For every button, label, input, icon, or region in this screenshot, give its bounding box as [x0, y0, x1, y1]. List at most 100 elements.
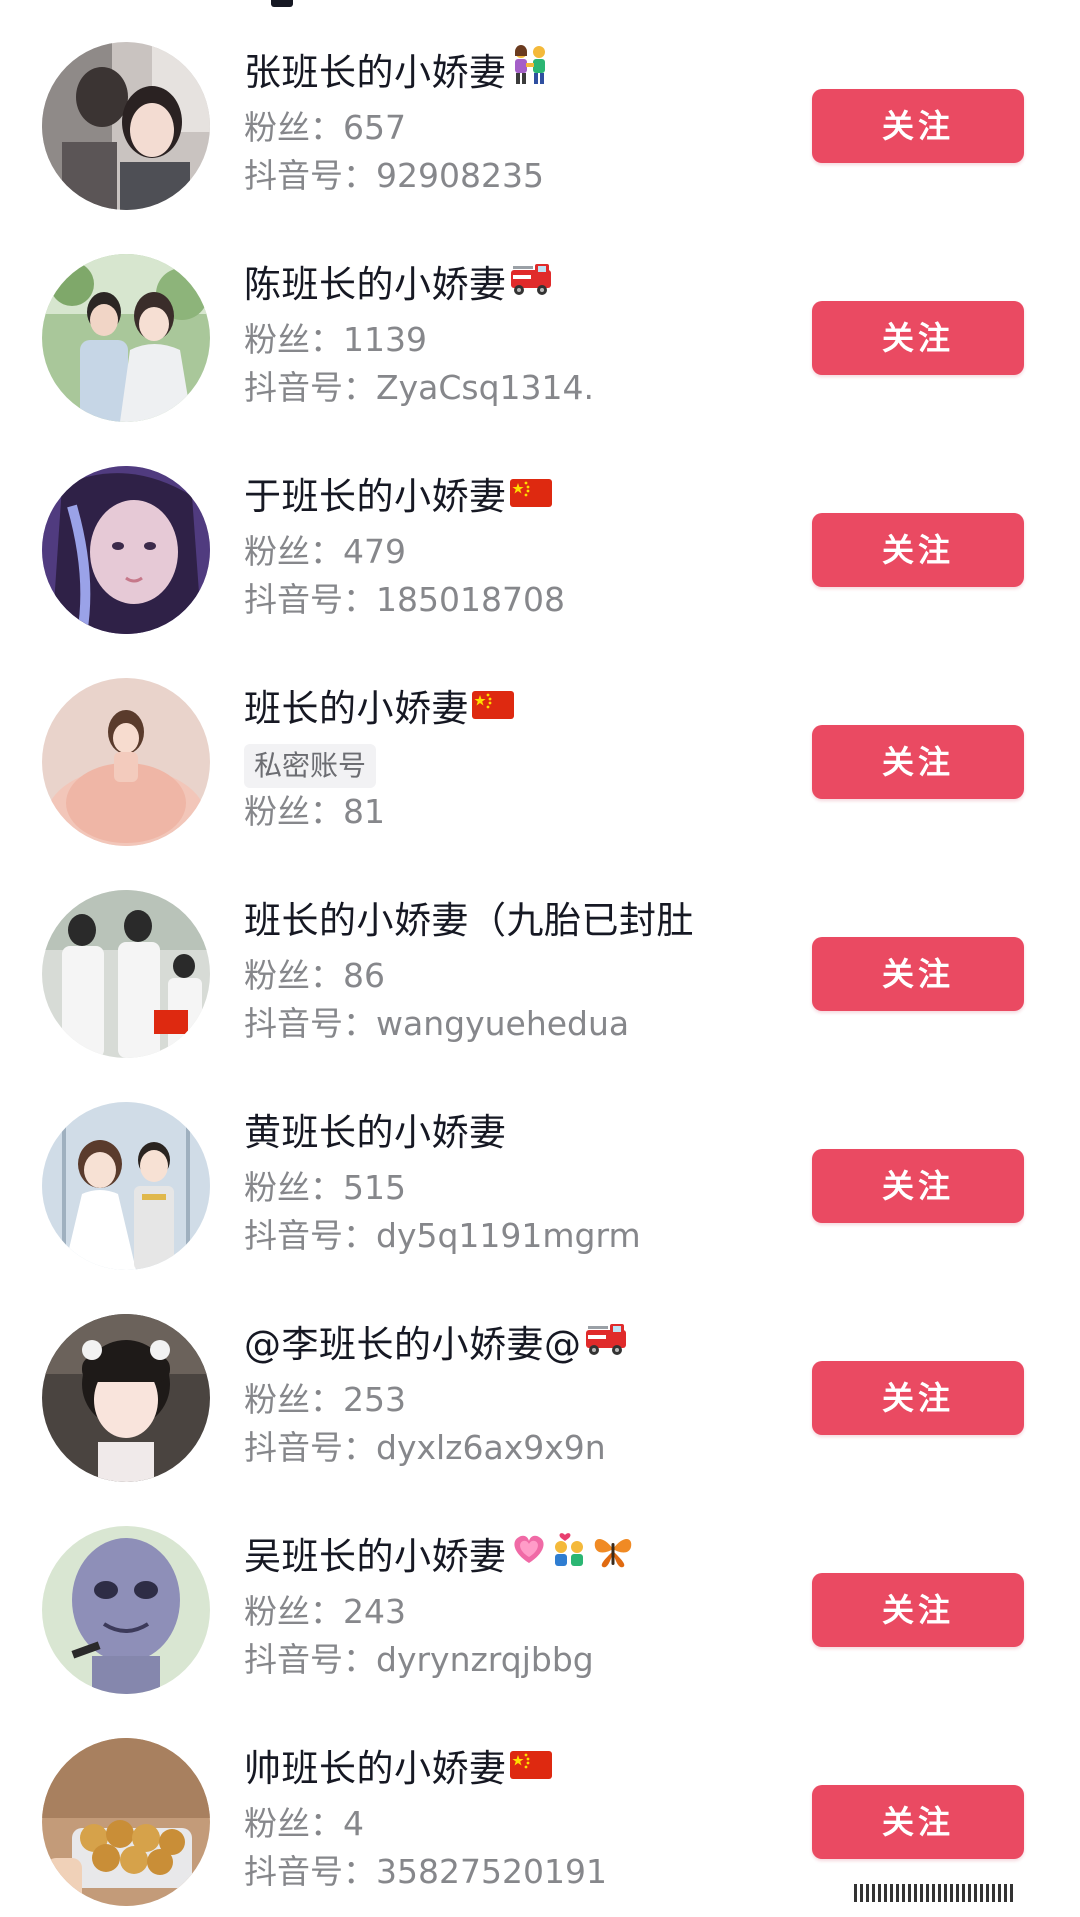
user-row[interactable]: 班长的小娇妻（九胎已封肚 粉丝：86 抖音号：wangyuehedua 关注	[0, 848, 1080, 1060]
douyin-id-label: 抖音号：	[244, 1216, 376, 1255]
china-flag-icon	[509, 1743, 553, 1793]
avatar[interactable]	[42, 678, 210, 846]
couple-holding-hands-icon	[509, 45, 551, 98]
watermark-logo-icon	[854, 1880, 1016, 1905]
avatar[interactable]	[42, 1102, 210, 1270]
user-name-text: @李班长的小娇妻@	[244, 1323, 582, 1366]
fans-count: 粉丝：515	[244, 1166, 406, 1210]
follow-button[interactable]: 关注	[812, 89, 1024, 163]
douyin-id-value: ZyaCsq1314.	[376, 368, 595, 407]
user-name-text: 于班长的小娇妻	[244, 475, 507, 518]
douyin-id-label: 抖音号：	[244, 1852, 376, 1891]
fans-count: 粉丝：86	[244, 954, 385, 998]
fans-count: 粉丝：81	[244, 790, 385, 834]
follow-button[interactable]: 关注	[812, 513, 1024, 587]
avatar[interactable]	[42, 42, 210, 210]
fans-label: 粉丝：	[244, 1592, 343, 1631]
avatar[interactable]	[42, 890, 210, 1058]
fans-value: 515	[343, 1168, 406, 1207]
follow-button[interactable]: 关注	[812, 1361, 1024, 1435]
douyin-id: 抖音号：35827520191	[244, 1850, 607, 1894]
fans-value: 86	[343, 956, 385, 995]
douyin-id: 抖音号：wangyuehedua	[244, 1002, 629, 1046]
user-name[interactable]: 于班长的小娇妻	[244, 472, 553, 524]
fans-count: 粉丝：4	[244, 1802, 364, 1846]
fans-count: 粉丝：253	[244, 1378, 406, 1422]
user-row[interactable]: 陈班长的小娇妻 粉丝：1139 抖音号：ZyaCsq1314. 关注	[0, 212, 1080, 424]
avatar[interactable]	[42, 254, 210, 422]
user-row[interactable]: 班长的小娇妻 私密账号 粉丝：81 关注	[0, 636, 1080, 848]
user-name[interactable]: 陈班长的小娇妻	[244, 260, 553, 312]
user-row[interactable]: 黄班长的小娇妻 粉丝：515 抖音号：dy5q1191mgrm 关注	[0, 1060, 1080, 1272]
fans-label: 粉丝：	[244, 1168, 343, 1207]
fire-engine-icon	[509, 259, 553, 309]
user-row[interactable]: @李班长的小娇妻@ 粉丝：253 抖音号：dyxlz6ax9x9n 关注	[0, 1272, 1080, 1484]
fans-value: 243	[343, 1592, 406, 1631]
fans-value: 657	[343, 108, 406, 147]
fans-label: 粉丝：	[244, 320, 343, 359]
fans-label: 粉丝：	[244, 1380, 343, 1419]
fans-label: 粉丝：	[244, 1804, 343, 1843]
user-name[interactable]: 黄班长的小娇妻	[244, 1108, 507, 1158]
douyin-id-label: 抖音号：	[244, 156, 376, 195]
fire-engine-icon	[584, 1319, 628, 1369]
fans-label: 粉丝：	[244, 532, 343, 571]
avatar[interactable]	[42, 1314, 210, 1482]
fans-label: 粉丝：	[244, 792, 343, 831]
douyin-id: 抖音号：dyrynzrqjbbg	[244, 1638, 594, 1682]
user-row[interactable]: 吴班长的小娇妻 粉丝：243 抖音号：dyrynzrqjbbg 关注	[0, 1484, 1080, 1696]
follow-button[interactable]: 关注	[812, 1149, 1024, 1223]
douyin-id-value: 92908235	[376, 156, 544, 195]
douyin-id-label: 抖音号：	[244, 1004, 376, 1043]
avatar[interactable]	[42, 1738, 210, 1906]
user-name-text: 吴班长的小娇妻	[244, 1535, 507, 1578]
fans-label: 粉丝：	[244, 956, 343, 995]
heart-couple-butterfly-icon	[509, 1529, 635, 1582]
douyin-id-value: dy5q1191mgrm	[376, 1216, 641, 1255]
douyin-id-value: dyxlz6ax9x9n	[376, 1428, 606, 1467]
user-row[interactable]: 于班长的小娇妻 粉丝：479 抖音号：185018708 关注	[0, 424, 1080, 636]
user-name-text: 陈班长的小娇妻	[244, 263, 507, 306]
fans-value: 479	[343, 532, 406, 571]
douyin-id: 抖音号：ZyaCsq1314.	[244, 366, 594, 410]
user-name[interactable]: 帅班长的小娇妻	[244, 1744, 553, 1796]
douyin-id: 抖音号：dyxlz6ax9x9n	[244, 1426, 606, 1470]
avatar[interactable]	[42, 466, 210, 634]
fans-count: 粉丝：657	[244, 106, 406, 150]
fans-count: 粉丝：479	[244, 530, 406, 574]
douyin-id-label: 抖音号：	[244, 368, 376, 407]
fans-value: 81	[343, 792, 385, 831]
user-name[interactable]: 班长的小娇妻	[244, 684, 515, 736]
douyin-id: 抖音号：dy5q1191mgrm	[244, 1214, 641, 1258]
user-name[interactable]: 班长的小娇妻（九胎已封肚	[244, 896, 694, 946]
douyin-id-value: 185018708	[376, 580, 565, 619]
follow-button[interactable]: 关注	[812, 937, 1024, 1011]
follow-button[interactable]: 关注	[812, 725, 1024, 799]
follow-button[interactable]: 关注	[812, 1785, 1024, 1859]
fans-label: 粉丝：	[244, 108, 343, 147]
douyin-id-label: 抖音号：	[244, 580, 376, 619]
avatar[interactable]	[42, 1526, 210, 1694]
follow-button[interactable]: 关注	[812, 1573, 1024, 1647]
fans-count: 粉丝：1139	[244, 318, 427, 362]
douyin-id: 抖音号：185018708	[244, 578, 565, 622]
user-name[interactable]: @李班长的小娇妻@	[244, 1320, 628, 1372]
user-name[interactable]: 吴班长的小娇妻	[244, 1532, 635, 1585]
watermark	[854, 1880, 1016, 1910]
user-name[interactable]: 张班长的小娇妻	[244, 45, 551, 101]
private-account-badge: 私密账号	[244, 744, 377, 788]
fans-value: 4	[343, 1804, 364, 1843]
douyin-id-value: dyrynzrqjbbg	[376, 1640, 594, 1679]
china-flag-icon	[471, 683, 515, 733]
user-name-text: 班长的小娇妻（九胎已封肚	[244, 899, 694, 942]
douyin-id-value: wangyuehedua	[376, 1004, 630, 1043]
follow-button[interactable]: 关注	[812, 301, 1024, 375]
douyin-id: 抖音号：92908235	[244, 154, 544, 198]
user-name-text: 班长的小娇妻	[244, 687, 469, 730]
douyin-id-value: 35827520191	[376, 1852, 607, 1891]
user-row[interactable]: 张班长的小娇妻 粉丝：657 抖音号：92908235 关注	[0, 0, 1080, 212]
user-row[interactable]: 帅班长的小娇妻 粉丝：4 抖音号：35827520191 关注	[0, 1696, 1080, 1908]
fans-count: 粉丝：243	[244, 1590, 406, 1634]
douyin-id-label: 抖音号：	[244, 1640, 376, 1679]
fans-value: 253	[343, 1380, 406, 1419]
